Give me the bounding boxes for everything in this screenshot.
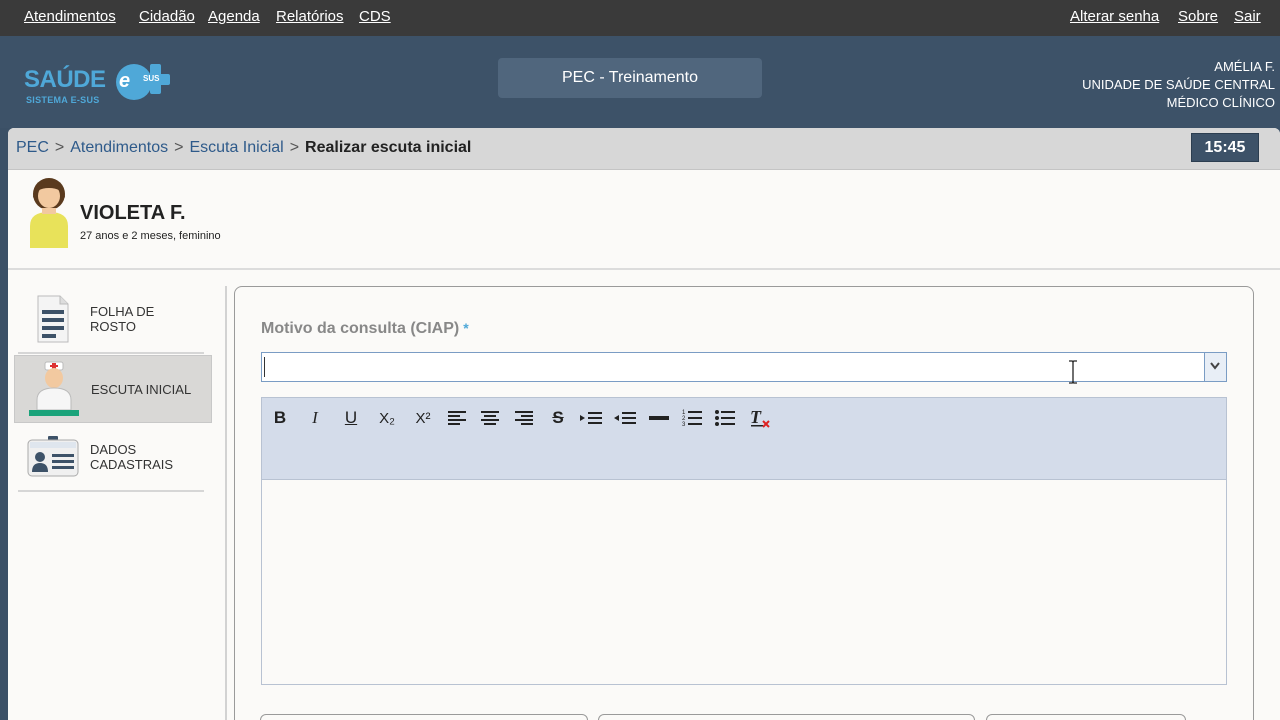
sidebar-item-dados-cadastrais[interactable]: Dados cadastrais xyxy=(14,426,212,494)
nav-sobre[interactable]: Sobre xyxy=(1178,8,1218,25)
nav-relatorios[interactable]: Relatórios xyxy=(276,8,344,25)
indent-button[interactable] xyxy=(579,406,603,430)
female-avatar-icon xyxy=(30,178,68,248)
breadcrumb-current: Realizar escuta inicial xyxy=(305,139,472,156)
top-navigation: Atendimentos Cidadão Agenda Relatórios C… xyxy=(0,0,1280,36)
bold-button[interactable]: B xyxy=(268,406,292,430)
sidebar-item-label: Escuta inicial xyxy=(91,382,192,397)
breadcrumb-escuta-inicial[interactable]: Escuta Inicial xyxy=(189,139,283,156)
user-name: Amélia F. xyxy=(1214,59,1275,74)
escuta-form: Motivo da consulta (CIAP)* B I U X₂ X² xyxy=(234,286,1254,720)
sidebar-separator xyxy=(225,286,227,720)
environment-title: PEC - Treinamento xyxy=(498,58,762,98)
text-caret xyxy=(264,357,265,377)
align-center-icon xyxy=(481,411,499,425)
indent-icon xyxy=(580,412,602,424)
subscript-button[interactable]: X₂ xyxy=(375,406,399,430)
svg-text:T: T xyxy=(750,407,762,427)
main-panel: PEC > Atendimentos > Escuta Inicial > Realizar… xyxy=(8,128,1280,720)
breadcrumb-atendimentos[interactable]: Atendimentos xyxy=(70,139,168,156)
saude-esus-logo: SAÚDE e SUS SISTEMA E-SUS xyxy=(24,62,174,108)
document-icon xyxy=(37,295,69,343)
chevron-down-icon xyxy=(1210,362,1220,370)
app-header: SAÚDE e SUS SISTEMA E-SUS PEC - Treiname… xyxy=(0,36,1280,128)
italic-button[interactable]: I xyxy=(303,406,327,430)
sidebar-divider xyxy=(18,352,204,354)
nav-cds[interactable]: CDS xyxy=(359,8,391,25)
horizontal-rule-icon xyxy=(649,416,669,420)
bottom-section-1[interactable] xyxy=(260,714,588,720)
svg-text:3: 3 xyxy=(682,422,686,427)
superscript-button[interactable]: X² xyxy=(411,406,435,430)
patient-name: VIOLETA F. xyxy=(80,202,186,224)
motivo-consulta-label: Motivo da consulta (CIAP) * xyxy=(261,320,469,337)
sidebar-divider xyxy=(18,490,204,492)
bottom-section-2[interactable] xyxy=(598,714,975,720)
id-card-icon xyxy=(27,436,79,477)
nav-atendimentos[interactable]: Atendimentos xyxy=(24,8,116,25)
sidebar-item-label: Folha de rosto xyxy=(90,304,155,334)
align-left-button[interactable] xyxy=(445,406,469,430)
motivo-consulta-combobox[interactable] xyxy=(261,352,1227,382)
bottom-section-3[interactable] xyxy=(986,714,1186,720)
strikethrough-button[interactable]: S xyxy=(546,406,570,430)
align-left-icon xyxy=(448,411,466,425)
sidebar-item-folha-de-rosto[interactable]: Folha de rosto xyxy=(14,286,212,354)
breadcrumb-pec[interactable]: PEC xyxy=(16,139,49,156)
align-right-button[interactable] xyxy=(512,406,536,430)
clear-format-icon: T xyxy=(750,407,770,428)
user-unit: Unidade de Saúde Central xyxy=(1082,77,1275,92)
sidebar-item-escuta-inicial[interactable]: Escuta inicial xyxy=(14,355,212,423)
outdent-button[interactable] xyxy=(613,406,637,430)
motivo-consulta-input[interactable] xyxy=(264,355,1202,379)
nurse-icon xyxy=(29,361,79,416)
horizontal-rule-button[interactable] xyxy=(647,406,671,430)
nav-alterar-senha[interactable]: Alterar senha xyxy=(1070,8,1159,25)
sidebar-item-label: Dados cadastrais xyxy=(90,442,174,472)
patient-details: 27 anos e 2 meses, feminino xyxy=(80,230,221,242)
outdent-icon xyxy=(614,412,636,424)
rich-text-editor[interactable] xyxy=(261,479,1227,685)
unordered-list-icon xyxy=(715,410,735,426)
ordered-list-icon: 123 xyxy=(682,410,702,427)
align-center-button[interactable] xyxy=(478,406,502,430)
logo-text: SAÚDE xyxy=(24,66,106,93)
breadcrumb-bar: PEC > Atendimentos > Escuta Inicial > Realizar… xyxy=(8,128,1280,170)
nav-cidadao[interactable]: Cidadão xyxy=(139,8,195,25)
patient-header: VIOLETA F. 27 anos e 2 meses, feminino xyxy=(8,170,1280,270)
required-asterisk: * xyxy=(463,320,469,336)
combo-dropdown-button[interactable] xyxy=(1204,353,1226,381)
nav-agenda[interactable]: Agenda xyxy=(208,8,260,25)
align-right-icon xyxy=(515,411,533,425)
logo-subtitle: SISTEMA E-SUS xyxy=(26,95,100,105)
underline-button[interactable]: U xyxy=(339,406,363,430)
clock: 15:45 xyxy=(1191,133,1259,162)
breadcrumb: PEC > Atendimentos > Escuta Inicial > Realizar… xyxy=(16,139,472,156)
logo-cross-icon: SUS xyxy=(140,64,170,94)
text-cursor-icon xyxy=(1069,360,1077,384)
ordered-list-button[interactable]: 123 xyxy=(680,406,704,430)
rich-text-toolbar: B I U X₂ X² S 123 T xyxy=(261,397,1227,479)
unordered-list-button[interactable] xyxy=(713,406,737,430)
clear-format-button[interactable]: T xyxy=(748,406,772,430)
nav-sair[interactable]: Sair xyxy=(1234,8,1261,25)
user-info: Amélia F. Unidade de Saúde Central Médic… xyxy=(1082,58,1275,112)
user-role: Médico Clínico xyxy=(1166,95,1275,110)
